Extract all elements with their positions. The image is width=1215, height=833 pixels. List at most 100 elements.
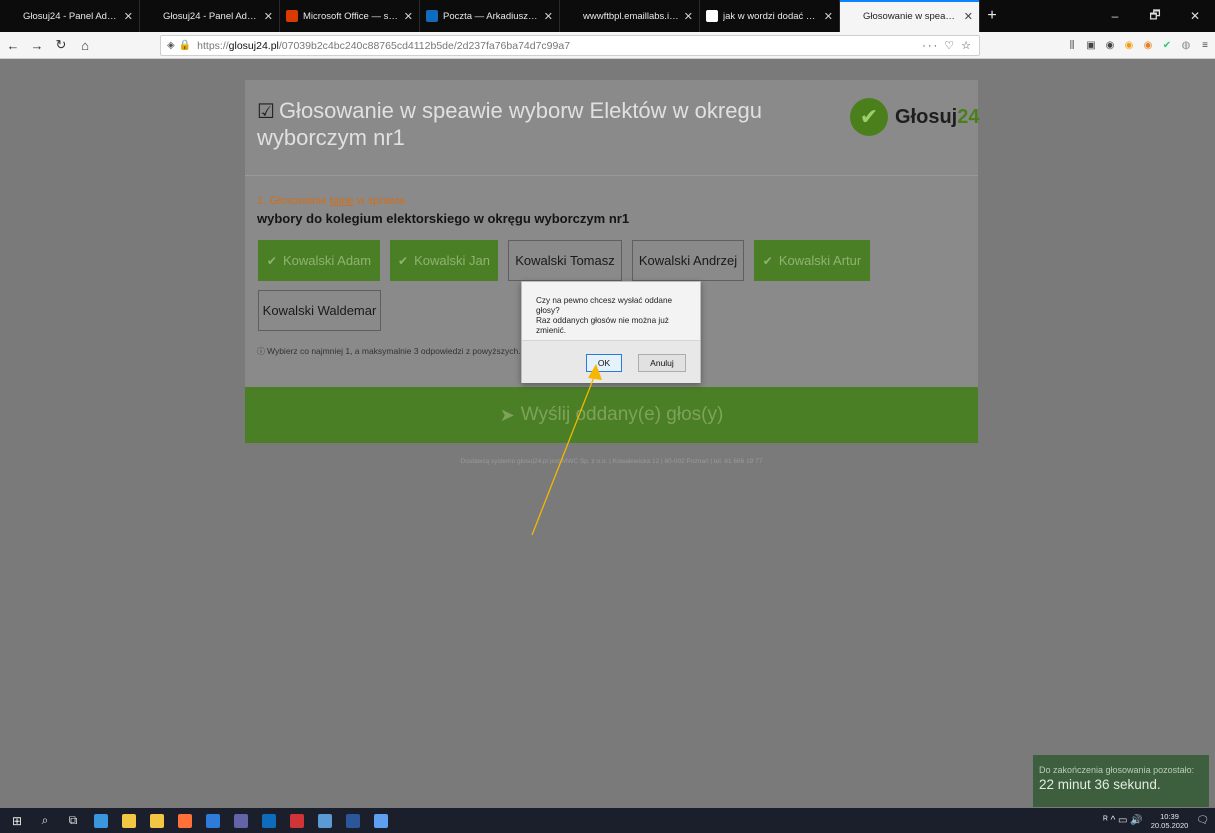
extension-grey-icon[interactable]: ◍	[1180, 40, 1192, 52]
url-path: /07039b2c4bc240c88765cd4112b5de/2d237fa7…	[278, 39, 571, 52]
browser-tab[interactable]: Microsoft Office — strona głów ✕	[280, 0, 420, 32]
countdown-toast: Do zakończenia głosowania pozostało: 22 …	[1033, 755, 1209, 807]
answer-option[interactable]: Kowalski Andrzej	[632, 240, 744, 281]
question-type: tajne	[329, 195, 354, 207]
app-network-icon[interactable]	[374, 813, 388, 828]
answer-option[interactable]: ✔ Kowalski Artur	[754, 240, 870, 281]
lock-icon[interactable]: 🔒	[179, 40, 191, 51]
answer-option[interactable]: ✔ Kowalski Adam	[258, 240, 380, 281]
tab-favicon-icon	[566, 10, 578, 22]
tab-title: jak w wordzi dodać do zzutu el	[723, 10, 820, 22]
tab-title: Głosuj24 - Panel Administracyjny	[163, 10, 260, 22]
account-icon[interactable]: ◉	[1104, 40, 1116, 52]
app-blue-icon[interactable]	[206, 813, 220, 828]
card-header: ☑ Głosowanie w speawie wyborw Elektów w o…	[245, 80, 979, 176]
dialog-cancel-button[interactable]: Anuluj	[638, 354, 686, 372]
tab-title: Głosuj24 - Panel Administracyjny	[23, 10, 120, 22]
answer-option-label: Kowalski Jan	[414, 253, 490, 268]
question-number: 1. Głosowanie	[257, 195, 330, 207]
paper-plane-icon: ➤	[499, 404, 515, 425]
forward-icon[interactable]: →	[26, 34, 48, 56]
new-tab-button[interactable]: +	[980, 0, 1004, 32]
tab-favicon-icon	[6, 10, 18, 22]
restore-icon[interactable]: 🗗	[1135, 6, 1175, 27]
answer-option-label: Kowalski Andrzej	[638, 253, 738, 268]
extension-orange2-icon[interactable]: ◉	[1142, 40, 1154, 52]
clock-time: 10:39	[1160, 811, 1179, 821]
browser-tab[interactable]: Głosuj24 - Panel Administracyjny ✕	[140, 0, 280, 32]
dialog-message-line1: Czy na pewno chcesz wysłać oddane głosy?	[536, 296, 673, 315]
tab-close-icon[interactable]: ✕	[264, 10, 273, 23]
logo-check-icon: ✔	[850, 98, 888, 136]
tab-close-icon[interactable]: ✕	[544, 10, 553, 23]
answer-option[interactable]: Kowalski Waldemar	[258, 290, 381, 331]
question-text: wybory do kolegium elektorskiego w okręg…	[257, 211, 630, 226]
page-title: ☑ Głosowanie w speawie wyborw Elektów w o…	[257, 98, 847, 151]
browser-tab[interactable]: Głosowanie w speawie wyborw Ele ✕	[840, 0, 980, 32]
address-bar[interactable]: ◈ 🔒 https:// glosuj24.pl /07039b2c4bc240…	[160, 35, 980, 56]
answer-option-label: Kowalski Tomasz	[515, 253, 615, 268]
logo-text-accent: 24	[957, 105, 980, 128]
logo-text-main: Głosuj	[895, 105, 958, 128]
extension-orange-icon[interactable]: ◉	[1123, 40, 1135, 52]
search-icon[interactable]: ⌕	[38, 813, 52, 828]
tab-close-icon[interactable]: ✕	[124, 10, 133, 23]
send-votes-button[interactable]: ➤ Wyślij oddany(e) głos(y)	[245, 387, 978, 443]
tab-close-icon[interactable]: ✕	[824, 10, 833, 23]
clock[interactable]: 10:39 20.05.2020	[1151, 812, 1189, 830]
app-people-icon[interactable]	[318, 813, 332, 828]
task-view-icon[interactable]: ⧉	[66, 813, 80, 828]
tab-close-icon[interactable]: ✕	[684, 10, 693, 23]
browser-tab-strip: Głosuj24 - Panel Administracyjny✕Głosuj2…	[0, 0, 1215, 32]
browser-tab[interactable]: jak w wordzi dodać do zzutu el ✕	[700, 0, 840, 32]
notification-icon[interactable]: 🗨	[1196, 815, 1209, 826]
tray-icons[interactable]: ᴿ ^ ▭ 🔊	[1103, 815, 1142, 826]
file-explorer-icon[interactable]	[122, 813, 136, 828]
tab-title: Głosowanie w speawie wyborw Ele	[863, 10, 960, 22]
outlook-icon[interactable]	[262, 813, 276, 828]
url-prefix: https://	[197, 39, 229, 52]
library-icon[interactable]: ⫼	[1066, 40, 1078, 52]
voting-card: ☑ Głosowanie w speawie wyborw Elektów w o…	[245, 80, 979, 443]
minimize-icon[interactable]: –	[1095, 9, 1135, 23]
windows-taskbar: ⊞ ⌕ ⧉ ᴿ ^ ▭ 🔊 10:39 20.05.2020 🗨	[0, 808, 1215, 833]
windows-start-icon[interactable]: ⊞	[10, 814, 24, 828]
dialog-ok-button[interactable]: OK	[586, 354, 622, 372]
checkmark-icon: ✔	[266, 253, 277, 268]
store-icon[interactable]	[150, 813, 164, 828]
tab-title: Poczta — Arkadiusz Szajewski	[443, 10, 540, 22]
tab-close-icon[interactable]: ✕	[964, 10, 973, 23]
app-red-icon[interactable]	[290, 813, 304, 828]
answer-option-label: Kowalski Waldemar	[262, 303, 377, 318]
edge-icon[interactable]	[94, 813, 108, 828]
word-icon[interactable]	[346, 813, 360, 828]
dialog-message-line2: Raz oddanych głosów nie można już zmieni…	[536, 316, 669, 335]
tab-favicon-icon	[706, 10, 718, 22]
send-votes-label: Wyślij oddany(e) głos(y)	[520, 404, 724, 425]
close-window-icon[interactable]: ✕	[1175, 9, 1215, 23]
taskbar-apps	[80, 813, 388, 828]
browser-tab[interactable]: wwwftbpl.emaillabs.info.pl/click/? ✕	[560, 0, 700, 32]
firefox-icon[interactable]	[178, 813, 192, 828]
countdown-label: Do zakończenia głosowania pozostało:	[1039, 765, 1195, 775]
browser-tab[interactable]: Poczta — Arkadiusz Szajewski ✕	[420, 0, 560, 32]
tab-title: wwwftbpl.emaillabs.info.pl/click/?	[583, 10, 680, 22]
home-icon[interactable]: ⌂	[74, 34, 96, 56]
tracking-shield-icon[interactable]: ◈	[167, 40, 175, 51]
answer-option[interactable]: Kowalski Tomasz	[508, 240, 622, 281]
back-icon[interactable]: ←	[2, 34, 24, 56]
tab-close-icon[interactable]: ✕	[404, 10, 413, 23]
page-actions-icon[interactable]: ··· ♡ ☆	[922, 39, 973, 52]
checkmark-icon: ✔	[762, 253, 773, 268]
teams-icon[interactable]	[234, 813, 248, 828]
browser-tab[interactable]: Głosuj24 - Panel Administracyjny ✕	[0, 0, 140, 32]
reload-icon[interactable]: ↻	[50, 34, 72, 56]
logo-text: Głosuj24	[895, 106, 979, 129]
menu-icon[interactable]: ≡	[1199, 40, 1211, 52]
checkbox-icon: ☑	[257, 101, 275, 123]
sidebar-icon[interactable]: ▣	[1085, 40, 1097, 52]
answer-option[interactable]: ✔ Kowalski Jan	[390, 240, 498, 281]
extension-check-icon[interactable]: ✔	[1161, 40, 1173, 52]
selection-hint: ⓘ Wybierz co najmniej 1, a maksymalnie 3 …	[257, 346, 521, 357]
page-footer: Dostawcą systemu glosuj24.pl jest MWC Sp…	[460, 458, 763, 465]
